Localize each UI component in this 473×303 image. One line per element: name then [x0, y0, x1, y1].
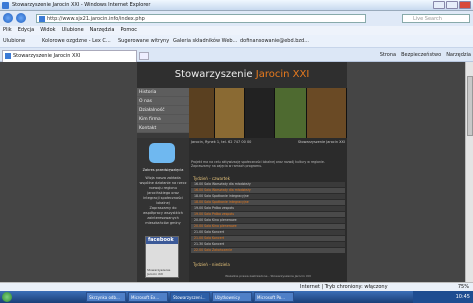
schedule-heading-2: Tydzień - niedziela: [193, 262, 230, 267]
facebook-caption: Stowarzyszenie Jarocin XXI: [147, 268, 171, 276]
address-toolbar: http://www.sjx21.jarocin.info/index.php …: [0, 11, 473, 26]
window-controls: [433, 1, 471, 9]
menu-bar: Plik Edycja Widok Ulubione Narzędzia Pom…: [0, 26, 473, 35]
forward-button[interactable]: [16, 13, 26, 23]
menu-view[interactable]: Widok: [40, 26, 55, 35]
page-favicon-icon: [39, 16, 45, 22]
taskbar-button[interactable]: Microsoft Ex...: [128, 292, 168, 302]
sidebar-text-2: Zapraszamy do współpracy wszystkich zain…: [143, 206, 183, 225]
menu-help[interactable]: Pomoc: [120, 26, 137, 35]
taskbar-button-active[interactable]: Stowarzyszeni...: [170, 292, 210, 302]
maximize-button[interactable]: [446, 1, 458, 9]
sidebar-text: Wizja nasza zakłada wspólne działanie na…: [139, 176, 187, 205]
window-title: Stowarzyszenie Jarocin XXI - Windows Int…: [12, 2, 151, 8]
schedule-row: 18.00 Sala Spotkanie integracyjne: [191, 200, 345, 205]
info-icon: [149, 143, 175, 163]
menu-file[interactable]: Plik: [3, 26, 12, 35]
favorite-item[interactable]: dofinansowanie@ebd.bzd...: [240, 38, 309, 44]
site-nav: Historia O nas Działalność Kim firma Kon…: [137, 88, 189, 138]
nav-about[interactable]: O nas: [137, 97, 189, 106]
new-tab-button[interactable]: [139, 52, 149, 60]
site-header: Stowarzyszenie Jarocin XXI: [137, 62, 347, 88]
schedule-heading: Tydzień - czwartek: [193, 176, 230, 181]
address-url: http://www.sjx21.jarocin.info/index.php: [47, 16, 145, 22]
back-button[interactable]: [3, 13, 13, 23]
start-button[interactable]: [2, 292, 12, 302]
schedule-row: 21.00 Sala Koncert: [191, 236, 345, 241]
system-tray: 10:45: [413, 291, 473, 303]
nav-who[interactable]: Kim firma: [137, 115, 189, 124]
schedule-row: 20.00 Sala Kino plenerowe: [191, 224, 345, 229]
site-footer: Wszelkie prawa zastrzeżone - Stowarzysze…: [225, 274, 311, 278]
site-content: Jarocin, Rynek 1, tel. 62 747 00 00 Stow…: [189, 138, 347, 282]
ie-logo-icon: [2, 2, 9, 9]
command-page[interactable]: Strona: [380, 52, 396, 58]
command-bar: Strona Bezpieczeństwo Narzędzia: [380, 52, 471, 58]
nav-history[interactable]: Historia: [137, 88, 189, 97]
taskbar-button[interactable]: Skrzynka odb...: [86, 292, 126, 302]
schedule-row: 19.00 Sala Próba zespołu: [191, 212, 345, 217]
tab-active[interactable]: Stowarzyszenie Jarocin XXI: [2, 50, 137, 62]
contact-left: Jarocin, Rynek 1, tel. 62 747 00 00: [191, 140, 252, 144]
schedule-row: 16.00 Sala Warsztaty dla młodzieży: [191, 182, 345, 187]
sidebar-title: Zakres przedsięwzięcia: [142, 168, 184, 172]
schedule-list: 16.00 Sala Warsztaty dla młodzieży 16.00…: [191, 182, 345, 254]
site-title: Stowarzyszenie Jarocin XXI: [174, 69, 310, 80]
tab-favicon-icon: [5, 53, 11, 59]
schedule-row: 16.00 Sala Warsztaty dla młodzieży: [191, 188, 345, 193]
favorite-item[interactable]: Galeria składników Web...: [173, 38, 237, 44]
site-container: Stowarzyszenie Jarocin XXI Historia O na…: [137, 62, 347, 282]
menu-tools[interactable]: Narzędzia: [90, 26, 115, 35]
search-placeholder: Live Search: [413, 16, 442, 22]
facebook-logo: facebook: [146, 237, 178, 244]
page-viewport: Stowarzyszenie Jarocin XXI Historia O na…: [0, 62, 473, 282]
close-button[interactable]: [459, 1, 471, 9]
clock: 10:45: [455, 294, 470, 300]
window-titlebar: Stowarzyszenie Jarocin XXI - Windows Int…: [0, 0, 473, 11]
search-input[interactable]: Live Search: [402, 14, 470, 23]
schedule-row: 20.00 Sala Kino plenerowe: [191, 218, 345, 223]
site-sidebar: Zakres przedsięwzięcia Wizja nasza zakła…: [137, 138, 189, 282]
nav-contact[interactable]: Kontakt: [137, 124, 189, 133]
menu-favorites[interactable]: Ulubione: [62, 26, 84, 35]
favorite-item[interactable]: Kolorowe ozgdzne - Lex C...: [42, 38, 111, 44]
status-bar: Internet | Tryb chroniony: włączony 75%: [0, 282, 473, 291]
tab-title: Stowarzyszenie Jarocin XXI: [13, 53, 81, 59]
schedule-row: 22.00 Sala Zakończenie: [191, 248, 345, 253]
schedule-row: 18.00 Sala Spotkanie integracyjne: [191, 194, 345, 199]
facebook-widget[interactable]: facebook Stowarzyszenie Jarocin XXI: [145, 236, 179, 278]
contact-block: Jarocin, Rynek 1, tel. 62 747 00 00 Stow…: [191, 140, 345, 156]
favorites-bar: Ulubione Kolorowe ozgdzne - Lex C... Sug…: [0, 35, 473, 48]
zoom-level[interactable]: 75%: [458, 284, 469, 290]
contact-right: Stowarzyszenie Jarocin XXI: [297, 140, 345, 144]
scrollbar-thumb[interactable]: [467, 76, 473, 136]
favorites-button[interactable]: Ulubione: [3, 38, 25, 44]
command-safety[interactable]: Bezpieczeństwo: [401, 52, 441, 58]
schedule-row: 19.00 Sala Próba zespołu: [191, 206, 345, 211]
minimize-button[interactable]: [433, 1, 445, 9]
address-input[interactable]: http://www.sjx21.jarocin.info/index.php: [36, 14, 366, 23]
taskbar: Skrzynka odb... Microsoft Ex... Stowarzy…: [0, 291, 473, 303]
taskbar-button[interactable]: Microsoft Po...: [254, 292, 294, 302]
security-zone: Internet | Tryb chroniony: włączony: [300, 284, 388, 290]
schedule-row: 21.00 Sala Koncert: [191, 230, 345, 235]
banner-photo: [189, 88, 347, 138]
page-scrollbar[interactable]: [465, 62, 473, 282]
favorite-item[interactable]: Sugerowane witryny: [118, 38, 169, 44]
nav-activity[interactable]: Działalność: [137, 106, 189, 115]
command-tools[interactable]: Narzędzia: [446, 52, 471, 58]
intro-text: Projekt ma na celu aktywizację społeczno…: [191, 160, 325, 168]
tab-bar: Stowarzyszenie Jarocin XXI Strona Bezpie…: [0, 48, 473, 62]
menu-edit[interactable]: Edycja: [18, 26, 35, 35]
schedule-row: 21.30 Sala Koncert: [191, 242, 345, 247]
taskbar-button[interactable]: Użytkownicy: [212, 292, 252, 302]
